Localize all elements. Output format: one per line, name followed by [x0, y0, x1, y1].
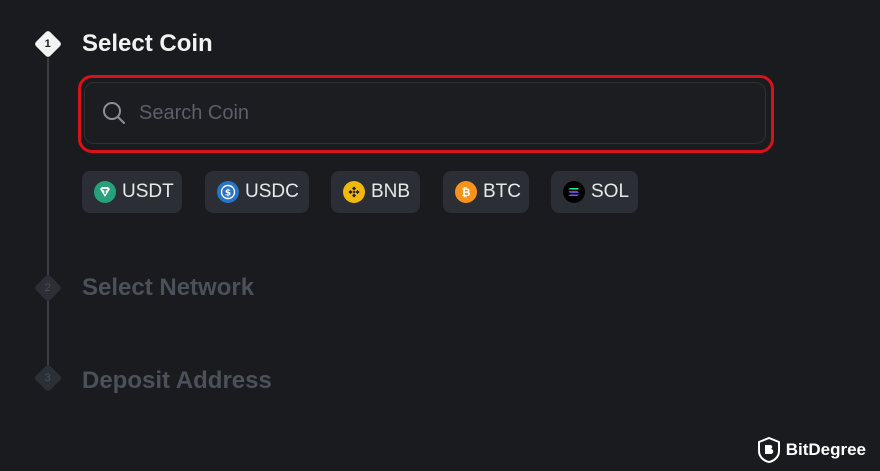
search-icon [101, 100, 127, 126]
step-3-marker: 3 [33, 363, 63, 393]
search-box[interactable] [84, 82, 766, 144]
step-1-marker: 1 [33, 29, 63, 59]
coin-chip-bnb[interactable]: BNB [331, 171, 420, 213]
step-2-number: 2 [44, 281, 52, 294]
bitdegree-logo-icon [757, 436, 780, 464]
coin-label-bnb: BNB [371, 181, 411, 202]
coin-label-btc: BTC [483, 181, 521, 202]
usdt-icon [94, 181, 116, 203]
step-3-title: Deposit Address [82, 367, 272, 394]
svg-text:$: $ [225, 189, 231, 199]
usdc-icon: $ [217, 181, 239, 203]
bitdegree-watermark: BitDegree [757, 436, 866, 464]
coin-chip-usdt[interactable]: USDT [82, 171, 182, 213]
step-2-marker: 2 [33, 273, 63, 303]
step-timeline-line [47, 58, 49, 388]
coin-label-sol: SOL [591, 181, 630, 202]
coin-chip-sol[interactable]: SOL [551, 171, 638, 213]
deposit-flow: 1 Select Coin USDT $ [0, 0, 880, 471]
step-3-number: 3 [44, 371, 52, 384]
coin-chip-btc[interactable]: ₿ BTC [443, 171, 529, 213]
svg-text:₿: ₿ [462, 186, 471, 199]
bnb-icon [343, 181, 365, 203]
sol-icon [563, 181, 585, 203]
step-1-number: 1 [44, 37, 52, 50]
step-1-title: Select Coin [82, 30, 213, 57]
step-2-title: Select Network [82, 274, 255, 301]
coin-label-usdt: USDT [122, 181, 174, 202]
btc-icon: ₿ [455, 181, 477, 203]
coin-label-usdc: USDC [245, 181, 299, 202]
watermark-text: BitDegree [785, 440, 866, 459]
search-coin-input[interactable] [139, 83, 765, 143]
coin-chip-usdc[interactable]: $ USDC [205, 171, 309, 213]
